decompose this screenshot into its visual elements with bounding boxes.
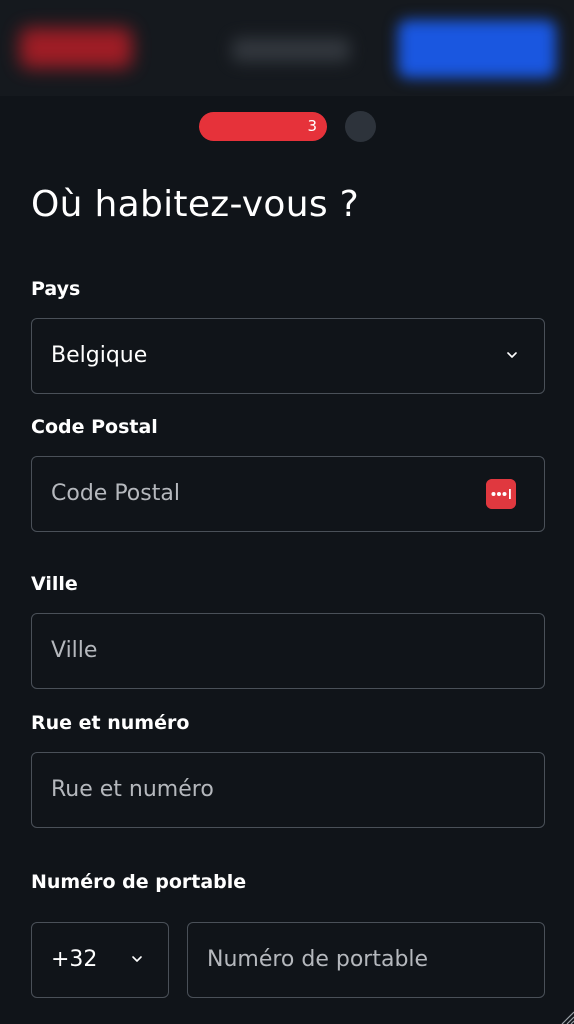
country-code-value: +32 xyxy=(51,947,98,972)
signup-button[interactable] xyxy=(398,20,556,78)
page-title: Où habitez-vous ? xyxy=(31,184,360,225)
postal-code-input[interactable]: Code Postal xyxy=(31,456,545,532)
postal-code-label: Code Postal xyxy=(31,416,158,438)
city-input[interactable]: Ville xyxy=(31,613,545,689)
city-label: Ville xyxy=(31,573,78,595)
resize-handle-icon[interactable] xyxy=(558,1008,574,1024)
street-label: Rue et numéro xyxy=(31,712,190,734)
mobile-number-input[interactable]: Numéro de portable xyxy=(187,922,545,998)
city-placeholder: Ville xyxy=(51,638,98,663)
country-code-select[interactable]: +32 xyxy=(31,922,169,998)
mobile-label: Numéro de portable xyxy=(31,871,247,893)
password-manager-icon[interactable] xyxy=(486,479,516,509)
street-input[interactable]: Rue et numéro xyxy=(31,752,545,828)
country-label: Pays xyxy=(31,278,81,300)
country-select[interactable]: Belgique xyxy=(31,318,545,394)
country-value: Belgique xyxy=(51,343,148,368)
mobile-number-placeholder: Numéro de portable xyxy=(207,947,429,972)
brand-logo[interactable] xyxy=(20,28,132,68)
chevron-down-icon xyxy=(132,956,142,962)
progress-stepper: 3 xyxy=(199,111,376,142)
step-number: 3 xyxy=(307,117,317,135)
signup-page: 3 Où habitez-vous ? Pays Belgique Code P… xyxy=(0,0,574,1024)
step-next xyxy=(345,111,376,142)
street-placeholder: Rue et numéro xyxy=(51,777,214,802)
chevron-down-icon xyxy=(507,352,517,358)
blurred-header xyxy=(0,0,574,96)
login-link[interactable] xyxy=(232,38,350,62)
postal-code-placeholder: Code Postal xyxy=(51,481,180,506)
step-current: 3 xyxy=(199,112,327,141)
